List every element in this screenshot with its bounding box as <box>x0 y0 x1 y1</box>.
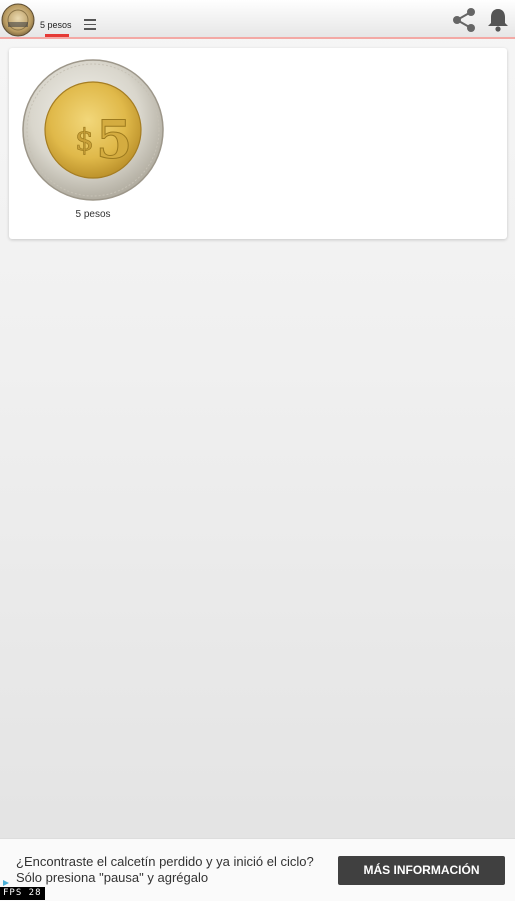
coin-5-pesos-icon[interactable]: $ 5 <box>21 58 165 202</box>
fps-counter: FPS 28 <box>0 887 45 900</box>
tab-active-indicator <box>45 34 69 37</box>
menu-icon[interactable] <box>84 19 96 30</box>
share-icon[interactable] <box>451 7 477 33</box>
coin-logo-icon[interactable] <box>1 3 35 37</box>
ad-banner: ¿Encontraste el calcetín perdido y ya in… <box>0 838 515 901</box>
tab-5-pesos[interactable]: 5 pesos <box>40 20 72 30</box>
coin-caption: 5 pesos <box>75 209 111 220</box>
top-app-bar: 5 pesos <box>0 0 515 39</box>
ad-text: ¿Encontraste el calcetín perdido y ya in… <box>16 854 314 885</box>
coin-grid-card: $ 5 5 pesos <box>9 48 507 239</box>
bell-icon[interactable] <box>486 7 510 33</box>
ad-choices-icon[interactable] <box>3 880 9 886</box>
coin-denomination: 5 <box>96 110 132 171</box>
more-info-button[interactable]: MÁS INFORMACIÓN <box>338 856 505 885</box>
coin-currency-symbol: $ <box>75 123 94 158</box>
